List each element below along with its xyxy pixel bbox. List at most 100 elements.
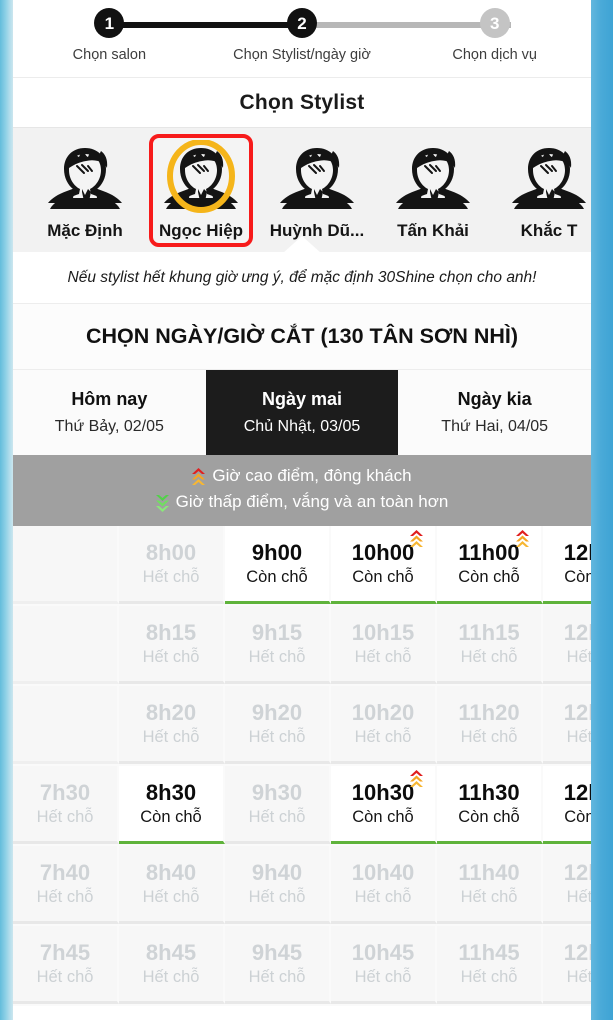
chevron-double-down-icon bbox=[155, 494, 169, 513]
time-slot-full: 9h30 Hết chỗ bbox=[225, 765, 331, 844]
day-tab-title: Ngày mai bbox=[261, 389, 343, 409]
time-slot-status: Hết chỗ bbox=[36, 967, 94, 986]
stepper-label-3: Chọn dịch vụ bbox=[452, 47, 537, 63]
chevron-double-up-icon bbox=[410, 769, 423, 788]
stylist-option-4[interactable]: Tấn Khải bbox=[375, 128, 491, 252]
time-slot-available[interactable]: 10h30 Còn chỗ bbox=[331, 765, 437, 844]
time-slot-status: Còn chỗ bbox=[140, 807, 202, 826]
time-slot-full: 12h15 Hết chỗ bbox=[543, 605, 591, 684]
time-slot-status: Hết chỗ bbox=[36, 807, 94, 826]
stylist-name: Khắc T bbox=[520, 220, 578, 240]
time-slot-time: 12h40 bbox=[563, 859, 591, 885]
page-edge-left bbox=[0, 0, 13, 1020]
time-slot-empty bbox=[13, 605, 119, 684]
time-slot-time: 10h20 bbox=[351, 699, 415, 725]
time-slot-available[interactable]: 9h00 Còn chỗ bbox=[225, 525, 331, 604]
time-slot-status: Hết chỗ bbox=[460, 887, 518, 906]
time-slot-status: Hết chỗ bbox=[460, 647, 518, 666]
day-section-title: CHỌN NGÀY/GIỜ CẮT (130 TÂN SƠN NHÌ) bbox=[13, 304, 591, 370]
legend-offpeak-row: Giờ thấp điểm, vắng và an toàn hơn bbox=[13, 489, 591, 515]
time-slot-full: 8h20 Hết chỗ bbox=[119, 685, 225, 764]
time-slot-full: 11h20 Hết chỗ bbox=[437, 685, 543, 764]
stylist-option-1[interactable]: Mặc Định bbox=[27, 128, 143, 252]
time-slot-time: 7h40 bbox=[39, 859, 91, 885]
stylist-carousel[interactable]: Mặc Định Ngọc Hiệp Huỳnh Dũ... Tấn Khải Khắc… bbox=[13, 127, 591, 252]
time-slot-full: 8h45 Hết chỗ bbox=[119, 925, 225, 1004]
time-slot-empty bbox=[13, 685, 119, 764]
time-slot-status: Hết chỗ bbox=[248, 887, 306, 906]
time-slot-row: 7h30 Hết chỗ 8h30 Còn chỗ 9h30 Hết chỗ 10h30 Cò… bbox=[13, 765, 591, 846]
time-slot-status: Hết chỗ bbox=[142, 567, 200, 586]
time-slot-time: 8h20 bbox=[145, 699, 197, 725]
day-tab-2[interactable]: Ngày mai Chủ Nhật, 03/05 bbox=[205, 370, 399, 455]
stepper-bubble-3: 3 bbox=[479, 8, 510, 38]
stylist-name: Mặc Định bbox=[47, 220, 123, 240]
time-slot-status: Hết chỗ bbox=[566, 727, 591, 746]
time-slot-full: 11h45 Hết chỗ bbox=[437, 925, 543, 1004]
time-slot-available[interactable]: 12h30 Còn chỗ bbox=[543, 765, 591, 844]
time-slot-time: 11h30 bbox=[458, 779, 520, 805]
time-slot-time: 11h00 bbox=[458, 539, 520, 565]
time-slot-status: Còn chỗ bbox=[458, 807, 520, 826]
stepper-step-3[interactable]: 3 Chọn dịch vụ bbox=[398, 8, 591, 63]
time-slot-full: 12h45 Hết chỗ bbox=[543, 925, 591, 1004]
day-tab-1[interactable]: Hôm nay Thứ Bảy, 02/05 bbox=[13, 370, 206, 455]
stepper-step-2[interactable]: 2 Chọn Stylist/ngày giờ bbox=[206, 8, 399, 63]
stepper-label-1: Chọn salon bbox=[72, 47, 147, 63]
time-slot-row: 8h20 Hết chỗ 9h20 Hết chỗ 10h20 Hết chỗ 11h20 H… bbox=[13, 685, 591, 766]
time-slot-time: 11h45 bbox=[458, 939, 520, 965]
stylist-option-3[interactable]: Huỳnh Dũ... bbox=[259, 128, 375, 252]
time-slot-full: 11h40 Hết chỗ bbox=[437, 845, 543, 924]
person-spiky-hair-icon bbox=[392, 140, 474, 218]
booking-viewport: 1 Chọn salon 2 Chọn Stylist/ngày giờ 3 Chọn d… bbox=[13, 0, 591, 1020]
time-slot-time: 10h15 bbox=[351, 619, 415, 645]
time-slot-available[interactable]: 12h00 Còn chỗ bbox=[543, 525, 591, 604]
time-slot-status: Còn chỗ bbox=[352, 807, 414, 826]
time-slot-time: 7h30 bbox=[39, 779, 91, 805]
time-slot-time: 12h45 bbox=[563, 939, 591, 965]
stylist-option-2[interactable]: Ngọc Hiệp bbox=[143, 128, 259, 252]
time-slot-available[interactable]: 8h30 Còn chỗ bbox=[119, 765, 225, 844]
day-tab-title: Hôm nay bbox=[71, 389, 148, 409]
progress-stepper: 1 Chọn salon 2 Chọn Stylist/ngày giờ 3 Chọn d… bbox=[13, 0, 591, 78]
time-slot-full: 8h40 Hết chỗ bbox=[119, 845, 225, 924]
time-slot-full: 7h30 Hết chỗ bbox=[13, 765, 119, 844]
day-tab-3[interactable]: Ngày kia Thứ Hai, 04/05 bbox=[398, 370, 591, 455]
time-slot-time: 10h45 bbox=[351, 939, 415, 965]
time-slot-full: 10h45 Hết chỗ bbox=[331, 925, 437, 1004]
time-slot-time: 10h30 bbox=[351, 779, 415, 805]
time-slot-available[interactable]: 10h00 Còn chỗ bbox=[331, 525, 437, 604]
time-slot-time: 9h15 bbox=[251, 619, 303, 645]
time-slot-time: 12h00 bbox=[563, 539, 591, 565]
time-slot-time: 11h15 bbox=[458, 619, 520, 645]
app-screen: 1 Chọn salon 2 Chọn Stylist/ngày giờ 3 Chọn d… bbox=[0, 0, 613, 1020]
time-slot-available[interactable]: 11h30 Còn chỗ bbox=[437, 765, 543, 844]
time-slot-status: Hết chỗ bbox=[354, 647, 412, 666]
time-slot-status: Hết chỗ bbox=[142, 647, 200, 666]
time-slot-row: 8h00 Hết chỗ 9h00 Còn chỗ 10h00 Còn chỗ 11h00 C… bbox=[13, 525, 591, 606]
stepper-step-1[interactable]: 1 Chọn salon bbox=[13, 8, 206, 63]
time-slot-status: Hết chỗ bbox=[566, 647, 591, 666]
time-slot-status: Hết chỗ bbox=[248, 647, 306, 666]
legend-peak-label: Giờ cao điểm, đông khách bbox=[212, 466, 412, 485]
time-slot-time: 9h30 bbox=[251, 779, 303, 805]
time-slot-available[interactable]: 11h00 Còn chỗ bbox=[437, 525, 543, 604]
time-slot-full: 10h20 Hết chỗ bbox=[331, 685, 437, 764]
stylist-rail: Mặc Định Ngọc Hiệp Huỳnh Dũ... Tấn Khải Khắc… bbox=[13, 128, 591, 252]
time-slot-status: Hết chỗ bbox=[142, 967, 200, 986]
chevron-double-up-icon bbox=[192, 467, 206, 485]
time-slot-time: 8h30 bbox=[145, 779, 197, 805]
time-slot-status: Hết chỗ bbox=[248, 807, 306, 826]
time-slot-full: 7h40 Hết chỗ bbox=[13, 845, 119, 924]
time-slot-time: 10h40 bbox=[351, 859, 415, 885]
time-slot-time: 12h30 bbox=[563, 779, 591, 805]
stepper-label-2: Chọn Stylist/ngày giờ bbox=[233, 47, 371, 63]
time-slot-time: 7h45 bbox=[39, 939, 91, 965]
time-slot-status: Hết chỗ bbox=[354, 967, 412, 986]
time-slot-status: Hết chỗ bbox=[248, 727, 306, 746]
page-edge-right bbox=[591, 0, 613, 1020]
time-slot-time: 12h15 bbox=[563, 619, 591, 645]
stylist-option-5[interactable]: Khắc T bbox=[491, 128, 591, 252]
time-slot-status: Còn chỗ bbox=[458, 567, 520, 586]
time-slot-status: Còn chỗ bbox=[564, 807, 591, 826]
